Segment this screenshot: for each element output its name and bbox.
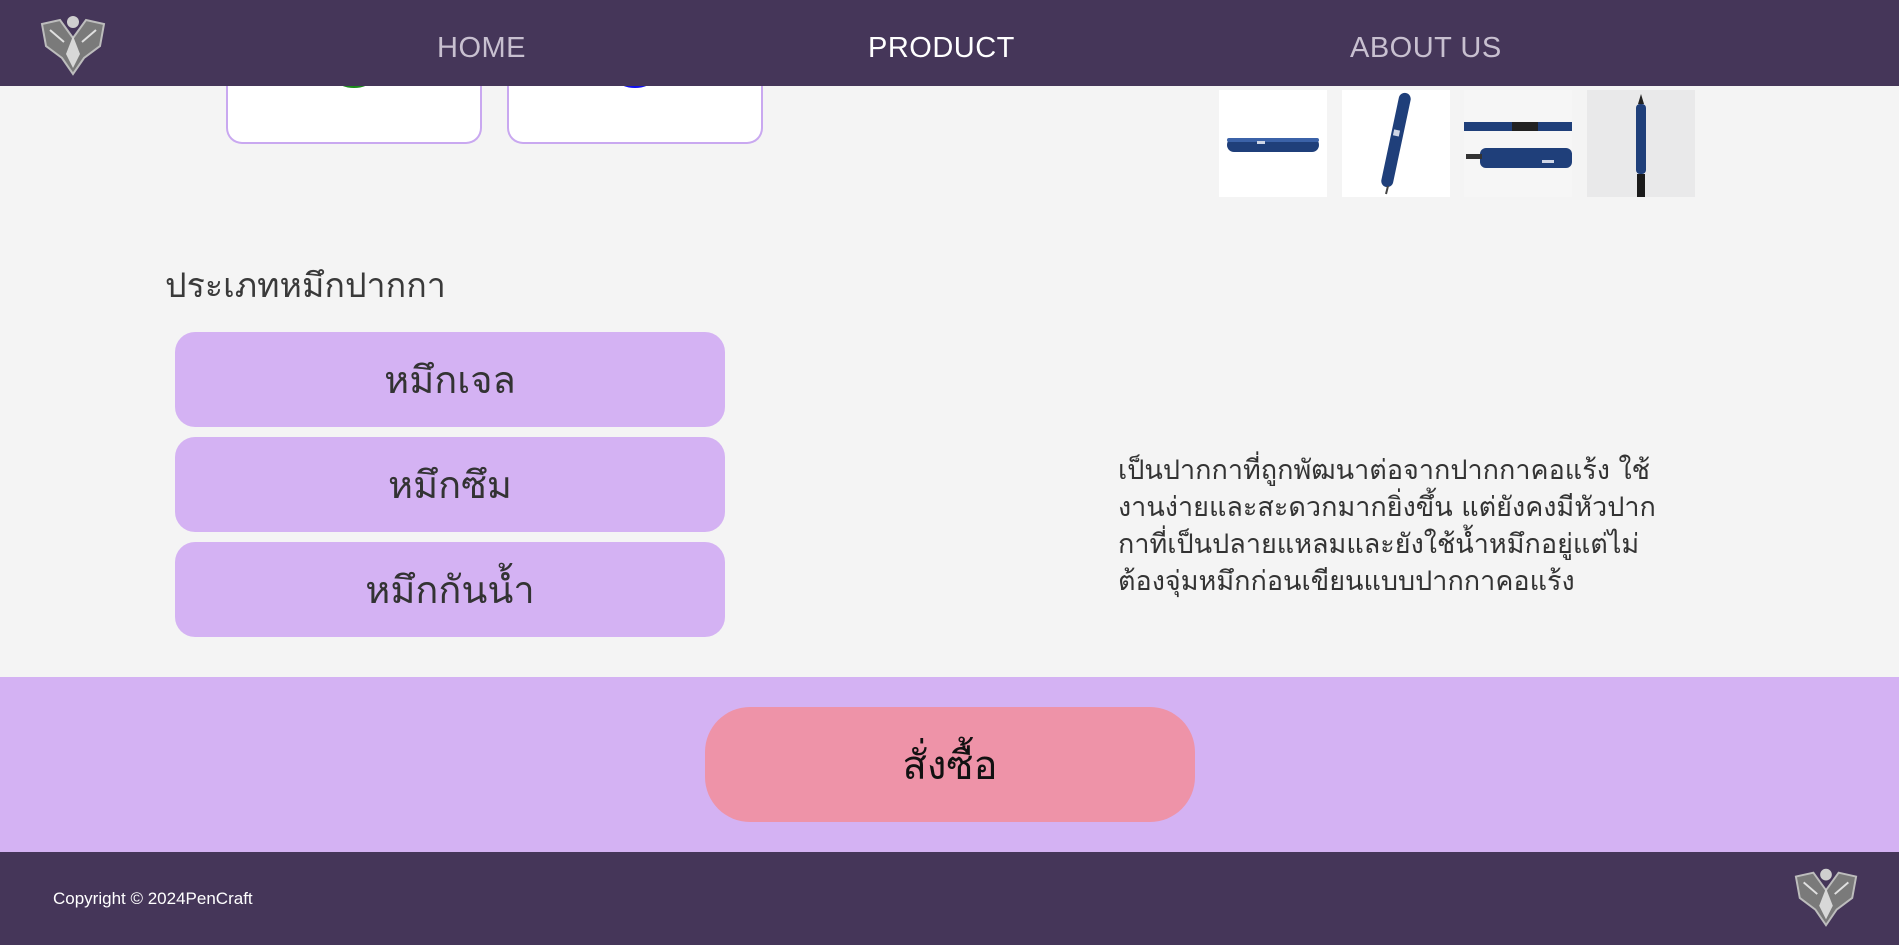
pencraft-footer-logo-icon (1794, 868, 1858, 927)
nav-about-link-overlay[interactable]: ABOUT US (1350, 32, 1502, 65)
order-button[interactable]: สั่งซื้อ (705, 707, 1195, 822)
thumbnail-pen-horizontal[interactable] (1219, 90, 1327, 197)
thumbnail-pen-diagonal[interactable] (1342, 90, 1450, 197)
copyright-text: Copyright © 2024PenCraft (53, 889, 253, 908)
ink-fountain-button[interactable]: หมึกซึม (175, 437, 725, 532)
description-line: เป็นปากกาที่ถูกพัฒนาต่อจากปากกาคอแร้ง ใช… (1118, 455, 1650, 486)
thumbnail-pen-parts[interactable] (1464, 90, 1572, 197)
product-description: เป็นปากกาที่ถูกพัฒนาต่อจากปากกาคอแร้ง ใช… (1118, 452, 1688, 600)
footer (0, 852, 1899, 945)
nav-home-link-overlay[interactable]: HOME (437, 32, 526, 65)
description-line: ต้องจุ่มหมึกก่อนเขียนแบบปากกาคอแร้ง (1118, 566, 1575, 597)
pen-vertical-image (1636, 94, 1646, 197)
pen-parts-image (1464, 122, 1572, 168)
nav-product-link-overlay[interactable]: PRODUCT (868, 32, 1015, 65)
ink-waterproof-button[interactable]: หมึกกันน้ำ (175, 542, 725, 637)
thumbnail-pen-vertical[interactable] (1587, 90, 1695, 197)
pencraft-logo-icon-overlay (40, 16, 106, 76)
pen-diagonal-image (1381, 92, 1411, 195)
description-line: งานง่ายและสะดวกมากยิ่งขึ้น แต่ยังคงมีหัว… (1118, 492, 1656, 523)
ink-gel-button[interactable]: หมึกเจล (175, 332, 725, 427)
ink-type-title: ประเภทหมึกปากกา (165, 266, 446, 306)
description-line: กาที่เป็นปลายแหลมและยังใช้น้ำหมึกอยู่แต่… (1118, 529, 1640, 560)
pen-horizontal-image (1227, 138, 1319, 152)
